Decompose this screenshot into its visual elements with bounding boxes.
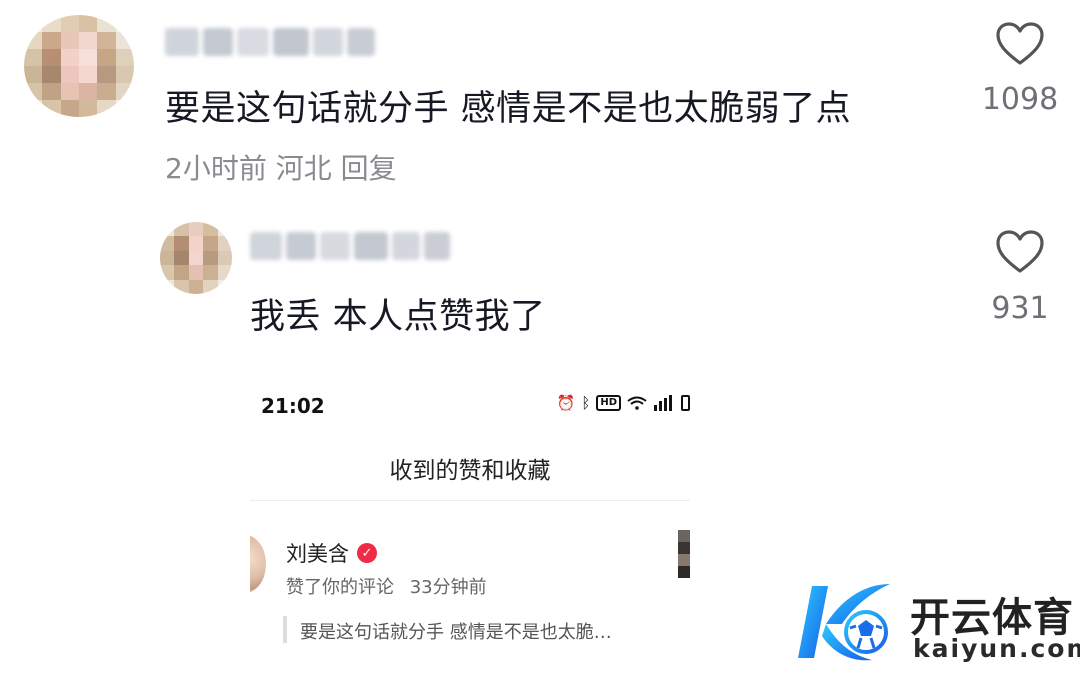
- bluetooth-icon: ᛒ: [581, 394, 591, 412]
- battery-icon: [681, 395, 690, 411]
- notification-user-name: 刘美含: [286, 542, 349, 566]
- commenter-username-blurred[interactable]: [165, 28, 375, 56]
- notification-avatar[interactable]: [250, 535, 266, 593]
- signal-icon: [653, 395, 675, 411]
- reply-like-count: 931: [991, 291, 1049, 326]
- hd-icon: HD: [596, 395, 621, 411]
- comment-text: 要是这句话就分手 感情是不是也太脆弱了点: [165, 89, 852, 129]
- status-time: 21:02: [261, 394, 325, 418]
- quote-bar: [283, 616, 287, 643]
- comment-meta: 2小时前 河北 回复: [165, 152, 397, 185]
- commenter-avatar[interactable]: [24, 15, 134, 117]
- alarm-icon: ⏰: [556, 394, 576, 412]
- divider: [250, 500, 690, 501]
- like-count: 1098: [981, 82, 1059, 117]
- status-bar-icons: ⏰ ᛒ HD: [557, 394, 690, 412]
- reply-username-blurred[interactable]: [250, 232, 450, 260]
- wifi-icon: [627, 396, 647, 410]
- kaiyun-logo-icon: [798, 584, 890, 661]
- embedded-notification-screenshot: 21:02 ⏰ ᛒ HD 收到的赞和收藏 刘美含 ✓ 赞了你的评论 33分钟前 …: [250, 380, 690, 681]
- heart-outline-icon[interactable]: [995, 22, 1045, 66]
- verified-badge-icon: ✓: [357, 543, 377, 563]
- notification-user[interactable]: 刘美含 ✓: [286, 538, 377, 568]
- reply-avatar[interactable]: [160, 222, 232, 294]
- heart-outline-icon[interactable]: [995, 230, 1045, 274]
- notification-action: 赞了你的评论 33分钟前: [286, 573, 487, 599]
- notification-action-text: 赞了你的评论: [286, 577, 394, 598]
- reply-text: 我丢 本人点赞我了: [250, 297, 546, 337]
- page-title: 收到的赞和收藏: [389, 458, 551, 484]
- watermark-url: kaiyun.com: [913, 634, 1080, 663]
- quoted-comment[interactable]: 要是这句话就分手 感情是不是也太脆…: [300, 618, 612, 644]
- notification-thumbnail[interactable]: [678, 530, 690, 578]
- notification-time: 33分钟前: [409, 577, 487, 598]
